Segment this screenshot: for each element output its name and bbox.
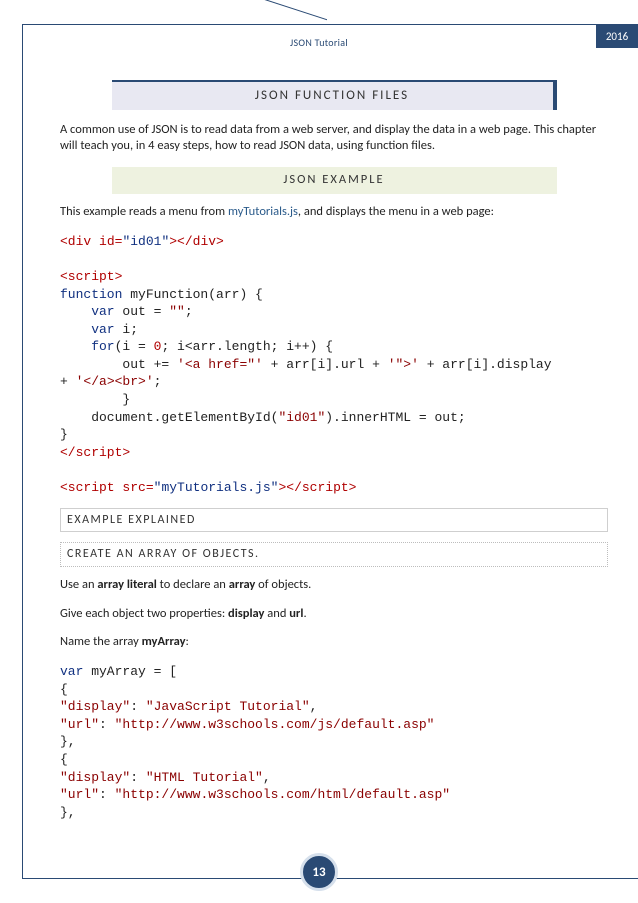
code-text: : [99, 717, 115, 732]
text: Give each object two properties: [60, 606, 228, 621]
code-str: "display" [60, 770, 130, 785]
para-properties: Give each object two properties: display… [60, 606, 608, 623]
subsection-create-array: CREATE AN ARRAY OF OBJECTS. [60, 542, 608, 566]
code-text: : [130, 699, 146, 714]
code-str: "HTML Tutorial" [146, 770, 263, 785]
code-tag: <div [60, 234, 99, 249]
code-text: { [60, 682, 68, 697]
code-str: "http://www.w3schools.com/html/default.a… [115, 787, 450, 802]
section-banner-example: JSON EXAMPLE [112, 167, 557, 194]
code-kw: var [60, 304, 115, 319]
code-text: } [60, 392, 130, 407]
text-bold: array literal [97, 577, 157, 592]
code-text: , [310, 699, 318, 714]
subsection-explained: EXAMPLE EXPLAINED [60, 508, 608, 532]
code-block-1: <div id="id01"></div> <script> function … [60, 233, 608, 496]
section-banner-functions: JSON FUNCTION FILES [112, 80, 557, 110]
code-text: out += [60, 357, 177, 372]
code-str: "" [169, 304, 185, 319]
code-text: + arr[i].display [419, 357, 552, 372]
code-tag: <script [60, 480, 122, 495]
text: , and displays the menu in a web page: [298, 204, 494, 219]
code-str: '<a href="' [177, 357, 263, 372]
document-title: JSON Tutorial [0, 36, 638, 49]
code-text: }, [60, 734, 76, 749]
text: and [264, 606, 289, 621]
text-bold: array [229, 577, 256, 592]
code-tag: ></div> [169, 234, 224, 249]
code-text: i; [115, 322, 138, 337]
code-text: myFunction(arr) { [122, 287, 262, 302]
code-str: '">' [388, 357, 419, 372]
code-kw: var [60, 322, 115, 337]
code-eq: = [146, 480, 154, 495]
code-text: ; i<arr.length; i++) { [161, 339, 333, 354]
example-intro: This example reads a menu from myTutoria… [60, 204, 608, 221]
intro-paragraph: A common use of JSON is to read data fro… [60, 122, 608, 156]
text: : [186, 634, 189, 649]
code-text: myArray = [ [83, 664, 177, 679]
content-area: JSON FUNCTION FILES A common use of JSON… [60, 80, 608, 833]
text-bold: url [289, 606, 303, 621]
code-str: "url" [60, 717, 99, 732]
text: This example reads a menu from [60, 204, 228, 219]
code-text: (i = [115, 339, 154, 354]
code-kw: var [60, 664, 83, 679]
page: 2016 JSON Tutorial JSON FUNCTION FILES A… [0, 0, 638, 903]
code-str: "display" [60, 699, 130, 714]
code-tag: </script> [60, 445, 130, 460]
text: Name the array [60, 634, 142, 649]
code-attr: id [99, 234, 115, 249]
code-text: ).innerHTML = out; [325, 410, 465, 425]
code-str: "myTutorials.js" [154, 480, 279, 495]
text-bold: myArray [142, 634, 186, 649]
code-str: "JavaScript Tutorial" [146, 699, 310, 714]
code-block-2: var myArray = [ { "display": "JavaScript… [60, 663, 608, 821]
text: of objects. [255, 577, 311, 592]
code-kw: for [60, 339, 115, 354]
code-text: } [60, 427, 68, 442]
code-text: + [60, 374, 76, 389]
code-text: { [60, 752, 68, 767]
text: Use an [60, 577, 97, 592]
file-link: myTutorials.js [228, 204, 298, 219]
page-number-badge: 13 [300, 853, 338, 891]
code-tag: <script> [60, 269, 122, 284]
code-text: document.getElementById( [60, 410, 278, 425]
para-array-literal: Use an array literal to declare an array… [60, 577, 608, 594]
text: to declare an [157, 577, 229, 592]
text-bold: display [228, 606, 264, 621]
code-str: '</a><br>' [76, 374, 154, 389]
code-attr: src [122, 480, 145, 495]
code-tag: ></script> [278, 480, 356, 495]
code-str: "id01" [278, 410, 325, 425]
code-text: : [130, 770, 146, 785]
code-str: "http://www.w3schools.com/js/default.asp… [115, 717, 435, 732]
code-text: ; [185, 304, 193, 319]
code-text: + arr[i].url + [263, 357, 388, 372]
code-text: out = [115, 304, 170, 319]
code-str: "url" [60, 787, 99, 802]
code-kw: function [60, 287, 122, 302]
text: . [303, 606, 306, 621]
code-text: }, [60, 805, 76, 820]
code-text: , [263, 770, 271, 785]
code-text: ; [154, 374, 162, 389]
code-text: : [99, 787, 115, 802]
para-name-array: Name the array myArray: [60, 634, 608, 651]
code-str: "id01" [122, 234, 169, 249]
